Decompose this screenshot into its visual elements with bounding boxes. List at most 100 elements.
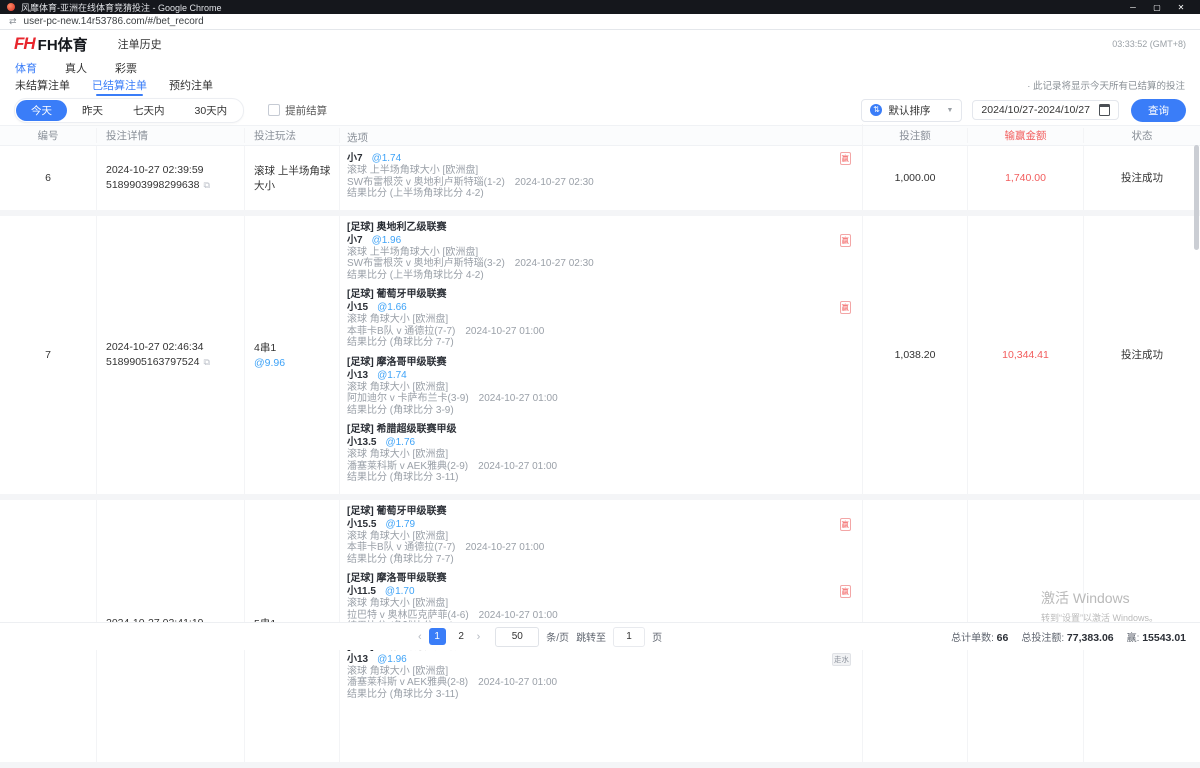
bet-time: 2024-10-27 02:46:34 bbox=[106, 341, 244, 353]
play-type: 滚球 上半场角球大小 bbox=[254, 163, 339, 193]
window-titlebar: 风靡体育-亚洲在线体育竞猜投注 - Google Chrome ─ ▢ ✕ bbox=[0, 0, 1200, 14]
leg-odds: @1.79 bbox=[385, 519, 415, 530]
server-clock: 03:33:52 (GMT+8) bbox=[1112, 39, 1186, 49]
bet-leg: [足球] 葡萄牙甲级联赛小15@1.66赢滚球 角球大小 [欧洲盘]本菲卡B队 … bbox=[347, 289, 862, 349]
maximize-icon[interactable]: ▢ bbox=[1145, 3, 1169, 12]
query-button[interactable]: 查询 bbox=[1131, 99, 1186, 122]
checkbox-icon[interactable] bbox=[268, 104, 280, 116]
result-badge: 赢 bbox=[840, 518, 852, 531]
leg-match-line: 潘塞莱科斯 v AEK雅典(2-8)2024-10-27 01:00 bbox=[347, 677, 862, 689]
leg-league: [足球] 葡萄牙甲级联赛 bbox=[347, 289, 862, 301]
leg-pick: 小11.5 bbox=[347, 586, 376, 597]
leg-odds: @1.96 bbox=[372, 235, 402, 246]
sort-value: 默认排序 bbox=[888, 103, 930, 118]
leg-odds: @1.76 bbox=[385, 437, 415, 448]
sort-icon: ⇅ bbox=[870, 104, 882, 116]
leg-pick: 小15.5 bbox=[347, 519, 376, 530]
leg-match-time: 2024-10-27 02:30 bbox=[515, 177, 594, 188]
leg-pick-line: 小13@1.96走水 bbox=[347, 653, 862, 666]
column-header-5: 投注额 bbox=[863, 128, 968, 143]
row-number: 6 bbox=[0, 146, 97, 210]
early-settle-checkbox[interactable]: 提前结算 bbox=[268, 103, 327, 118]
leg-match: 阿加迪尔 v 卡萨布兰卡(3-9) bbox=[347, 393, 469, 404]
next-page-icon[interactable]: › bbox=[477, 631, 481, 643]
leg-odds: @1.70 bbox=[385, 586, 415, 597]
totals-summary: 总计单数: 66 总投注额: 77,383.06 赢: 15543.01 bbox=[951, 629, 1186, 644]
range-30days[interactable]: 30天内 bbox=[180, 100, 243, 121]
total-stake-label: 总投注额: bbox=[1021, 633, 1064, 644]
leg-match-time: 2024-10-27 01:00 bbox=[478, 677, 557, 688]
result-badge: 赢 bbox=[840, 301, 852, 314]
url-bar[interactable]: ⇄ user-pc-new.14r53786.com/#/bet_record bbox=[0, 14, 1200, 30]
leg-market: 滚球 上半场角球大小 [欧洲盘] bbox=[347, 165, 862, 177]
column-header-6: 输赢金额 bbox=[968, 128, 1084, 143]
leg-pick: 小13.5 bbox=[347, 437, 376, 448]
status-value: 投注成功 bbox=[1084, 146, 1200, 210]
leg-odds: @1.96 bbox=[377, 654, 407, 665]
leg-match-line: 阿加迪尔 v 卡萨布兰卡(3-9) 2024-10-27 01:00 bbox=[347, 393, 862, 405]
page-button-1[interactable]: 1 bbox=[429, 628, 446, 645]
url-text[interactable]: user-pc-new.14r53786.com/#/bet_record bbox=[24, 16, 204, 27]
bet-detail-cell: 2024-10-27 02:39:595189903998299638⧉ bbox=[97, 146, 245, 210]
leg-match: 本菲卡B队 v 通德拉(7-7) bbox=[347, 542, 455, 553]
calendar-icon[interactable] bbox=[1099, 104, 1110, 116]
date-range-input[interactable]: 2024/10/27-2024/10/27 bbox=[972, 100, 1119, 120]
page-size-input[interactable] bbox=[495, 627, 539, 647]
leg-match-time: 2024-10-27 02:30 bbox=[515, 258, 594, 269]
leg-pick-line: 小15.5 @1.79 赢 bbox=[347, 518, 862, 531]
total-stake-value: 77,383.06 bbox=[1067, 632, 1114, 644]
leg-match-line: SW布雷根茨 v 奥地利卢斯特瑙(1-2) 2024-10-27 02:30 bbox=[347, 177, 862, 189]
leg-result: 结果比分 (角球比分 3-11) bbox=[347, 472, 862, 484]
leg-match-time: 2024-10-27 01:00 bbox=[479, 610, 558, 621]
total-win-value: 15543.01 bbox=[1142, 632, 1186, 644]
column-header-4: 选项 bbox=[340, 124, 863, 147]
copy-icon[interactable]: ⧉ bbox=[203, 357, 209, 368]
leg-pick-line: 小7@1.96赢 bbox=[347, 234, 862, 247]
leg-match: 潘塞莱科斯 v AEK雅典(2-9) bbox=[347, 461, 468, 472]
leg-match-time: 2024-10-27 01:00 bbox=[479, 393, 558, 404]
leg-market: 滚球 角球大小 [欧洲盘] bbox=[347, 382, 862, 394]
leg-pick: 小7 bbox=[347, 235, 363, 246]
primary-tabs: 体育 真人 彩票 bbox=[0, 58, 1200, 75]
copy-icon[interactable]: ⧉ bbox=[203, 180, 209, 191]
logo-fh-mark[interactable]: FH bbox=[14, 34, 35, 54]
total-win-label: 赢: bbox=[1127, 633, 1140, 644]
prev-page-icon[interactable]: ‹ bbox=[418, 631, 422, 643]
per-page-label: 条/页 bbox=[546, 629, 569, 644]
leg-odds: @1.66 bbox=[377, 302, 407, 313]
pagination: ‹ 1 2 › 条/页 跳转至 页 bbox=[418, 627, 662, 647]
page-button-2[interactable]: 2 bbox=[453, 628, 470, 645]
tab-reserved-bets[interactable]: 预约注单 bbox=[169, 74, 213, 96]
jump-page-input[interactable] bbox=[613, 627, 645, 647]
page-title: 注单历史 bbox=[118, 36, 162, 52]
range-yesterday[interactable]: 昨天 bbox=[67, 100, 118, 121]
sort-select[interactable]: ⇅ 默认排序 ▼ bbox=[861, 99, 962, 122]
leg-pick-line: 小11.5@1.70赢 bbox=[347, 585, 862, 598]
vertical-scrollbar-thumb[interactable] bbox=[1194, 145, 1199, 250]
logo-text[interactable]: FH体育 bbox=[38, 34, 88, 55]
leg-match: SW布雷根茨 v 奥地利卢斯特瑙(1-2) bbox=[347, 177, 505, 188]
leg-market: 滚球 上半场角球大小 [欧洲盘] bbox=[347, 247, 862, 259]
win-amount-value: 10,344.41 bbox=[968, 216, 1084, 494]
minimize-icon[interactable]: ─ bbox=[1121, 3, 1145, 12]
tab-unsettled-bets[interactable]: 未结算注单 bbox=[15, 74, 70, 96]
tab-settled-bets[interactable]: 已结算注单 bbox=[92, 74, 147, 96]
settled-note: · 此记录将显示今天所有已结算的投注 bbox=[1027, 78, 1185, 92]
leg-result: 结果比分 (角球比分 3-11) bbox=[347, 689, 862, 701]
leg-market: 滚球 角球大小 [欧洲盘] bbox=[347, 449, 862, 461]
leg-pick-line: 小7@1.74赢 bbox=[347, 152, 862, 165]
leg-market: 滚球 角球大小 [欧洲盘] bbox=[347, 531, 862, 543]
bet-id: 5189905163797524⧉ bbox=[106, 356, 244, 368]
leg-match-line: 潘塞莱科斯 v AEK雅典(2-9)2024-10-27 01:00 bbox=[347, 461, 862, 473]
bet-detail-cell: 2024-10-27 02:46:34 5189905163797524⧉ bbox=[97, 216, 245, 494]
leg-pick-line: 小13.5 @1.76 bbox=[347, 436, 862, 449]
leg-match-time: 2024-10-27 01:00 bbox=[465, 326, 544, 337]
total-count-value: 66 bbox=[997, 632, 1009, 644]
leg-result: 结果比分 (上半场角球比分 4-2) bbox=[347, 188, 862, 200]
table-header: 编号投注详情投注玩法选项投注额输赢金额状态 bbox=[0, 125, 1200, 146]
leg-result: 结果比分 (角球比分 7-7) bbox=[347, 554, 862, 566]
range-7days[interactable]: 七天内 bbox=[118, 100, 180, 121]
range-today[interactable]: 今天 bbox=[16, 100, 67, 121]
close-icon[interactable]: ✕ bbox=[1169, 3, 1193, 12]
window-title: 风靡体育-亚洲在线体育竞猜投注 - Google Chrome bbox=[21, 1, 1121, 14]
